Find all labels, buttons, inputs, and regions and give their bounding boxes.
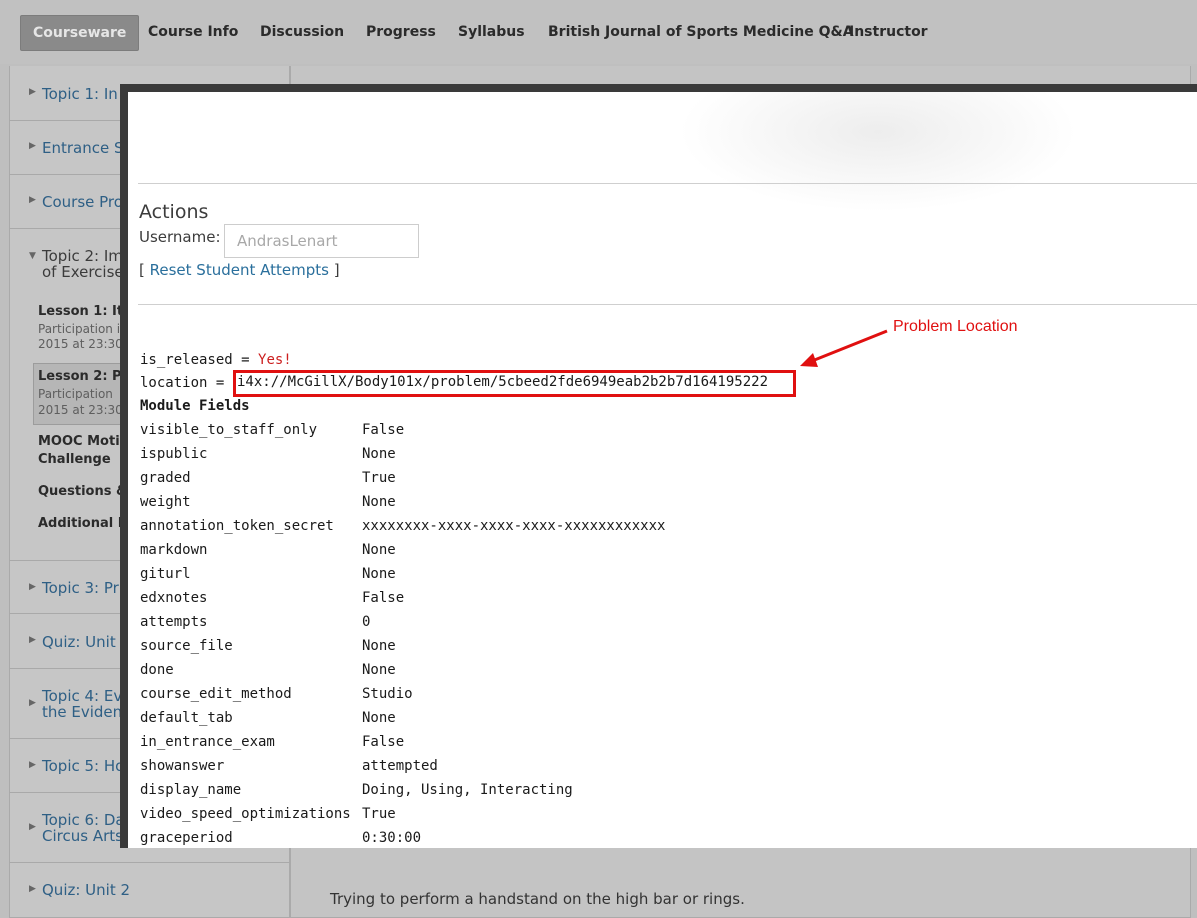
lesson-due: Participation i — [38, 322, 121, 336]
lesson-title[interactable]: Additional M — [38, 516, 131, 532]
field-value: None — [362, 446, 396, 462]
course-nav: Courseware Course Info Discussion Progre… — [0, 0, 1197, 64]
problem-text: Trying to perform a handstand on the hig… — [330, 890, 745, 908]
problem-location-annotation: Problem Location — [893, 318, 1018, 335]
chevron-right-icon: ▶ — [29, 698, 36, 708]
field-key: showanswer — [140, 758, 225, 774]
field-value: False — [362, 422, 405, 438]
is-released-value: Yes! — [258, 352, 292, 368]
chapter-title: Course Pro — [42, 193, 123, 211]
field-value: xxxxxxxx-xxxx-xxxx-xxxx-xxxxxxxxxxxx — [362, 518, 666, 534]
field-key: ispublic — [140, 446, 208, 462]
field-value: 0:30:00 — [362, 830, 422, 846]
chevron-right-icon: ▶ — [29, 141, 36, 151]
field-key: graded — [140, 470, 191, 486]
chapter-title: Quiz: Unit 2 — [42, 881, 131, 899]
field-key: edxnotes — [140, 590, 208, 606]
field-key: display_name — [140, 782, 242, 798]
field-value: None — [362, 710, 396, 726]
field-value: 0 — [362, 614, 371, 630]
field-key: markdown — [140, 542, 208, 558]
tab-discussion[interactable]: Discussion — [260, 15, 344, 51]
field-key: video_speed_optimizations — [140, 806, 351, 822]
chapter-title-line1: Topic 6: Da — [42, 811, 125, 829]
field-value: None — [362, 542, 396, 558]
lesson-title[interactable]: MOOC Motio — [38, 434, 129, 450]
username-label: Username: — [139, 228, 221, 246]
chevron-right-icon: ▶ — [29, 760, 36, 770]
lesson-due-date: 2015 at 23:30 — [38, 403, 123, 417]
divider — [138, 183, 1197, 184]
chapter-title: Topic 1: In — [42, 85, 118, 103]
sidebar-chapter[interactable]: ▶ Quiz: Unit 2 — [9, 863, 290, 917]
field-key: course_edit_method — [140, 686, 292, 702]
chapter-title: Entrance S — [42, 139, 124, 157]
chapter-title-line1: Topic 4: Ev — [42, 687, 123, 705]
field-value: attempted — [362, 758, 438, 774]
field-key: giturl — [140, 566, 191, 582]
is-released-label: is_released = — [140, 352, 259, 368]
chapter-title: Topic 5: Ho — [42, 757, 125, 775]
chapter-title: Topic 3: Pr — [42, 579, 119, 597]
tab-progress[interactable]: Progress — [366, 15, 436, 51]
field-key: weight — [140, 494, 191, 510]
lesson-title-line2: Challenge — [38, 452, 111, 467]
actions-heading: Actions — [139, 201, 209, 223]
tab-courseware[interactable]: Courseware — [20, 15, 140, 51]
field-value: None — [362, 566, 396, 582]
field-value: True — [362, 806, 396, 822]
bracket-close: ] — [333, 261, 340, 279]
field-key: attempts — [140, 614, 208, 630]
chevron-right-icon: ▶ — [29, 635, 36, 645]
lesson-due-date: 2015 at 23:30 — [38, 337, 123, 351]
chevron-right-icon: ▶ — [29, 195, 36, 205]
lesson-title[interactable]: Lesson 1: It' — [38, 304, 127, 320]
reset-attempts-line: [ Reset Student Attempts ] — [139, 261, 340, 279]
chapter-title-line1: Topic 2: Im — [42, 247, 123, 265]
location-value: i4x://McGillX/Body101x/problem/5cbeed2fd… — [237, 374, 769, 390]
field-value: True — [362, 470, 396, 486]
field-value: False — [362, 734, 405, 750]
tab-instructor[interactable]: Instructor — [849, 15, 928, 51]
divider — [138, 304, 1197, 305]
field-value: Doing, Using, Interacting — [362, 782, 573, 798]
is-released-row: is_released = Yes! — [140, 351, 292, 369]
lesson-due: Participation — [38, 387, 113, 401]
field-key: in_entrance_exam — [140, 734, 275, 750]
chapter-title-line2: Circus Arts — [42, 827, 123, 845]
tab-course-info[interactable]: Course Info — [148, 15, 238, 51]
field-key: source_file — [140, 638, 233, 654]
location-label: location = — [140, 375, 225, 391]
field-key: default_tab — [140, 710, 233, 726]
lesson-title[interactable]: Questions & — [38, 484, 127, 500]
bracket-open: [ — [139, 261, 145, 279]
field-key: annotation_token_secret — [140, 518, 334, 534]
chapter-title-line2: of Exercise — [42, 263, 124, 281]
username-input[interactable] — [224, 224, 419, 258]
chevron-down-icon: ▼ — [29, 251, 36, 261]
field-value: None — [362, 494, 396, 510]
field-value: False — [362, 590, 405, 606]
field-key: graceperiod — [140, 830, 233, 846]
modal-body — [128, 92, 1197, 848]
field-value: None — [362, 638, 396, 654]
chevron-right-icon: ▶ — [29, 822, 36, 832]
chapter-title: Quiz: Unit — [42, 633, 116, 651]
field-key: visible_to_staff_only — [140, 422, 318, 438]
chevron-right-icon: ▶ — [29, 87, 36, 97]
field-value: Studio — [362, 686, 413, 702]
field-value: None — [362, 662, 396, 678]
lesson-title-active[interactable]: Lesson 2: Ph — [38, 369, 131, 385]
tab-bjsm-qa[interactable]: British Journal of Sports Medicine Q&A — [548, 15, 854, 51]
chevron-right-icon: ▶ — [29, 884, 36, 894]
chapter-title-line2: the Eviden — [42, 703, 123, 721]
reset-student-attempts-link[interactable]: Reset Student Attempts — [150, 261, 329, 279]
field-key: done — [140, 662, 174, 678]
module-fields-heading: Module Fields — [140, 398, 250, 414]
chevron-right-icon: ▶ — [29, 582, 36, 592]
tab-syllabus[interactable]: Syllabus — [458, 15, 525, 51]
